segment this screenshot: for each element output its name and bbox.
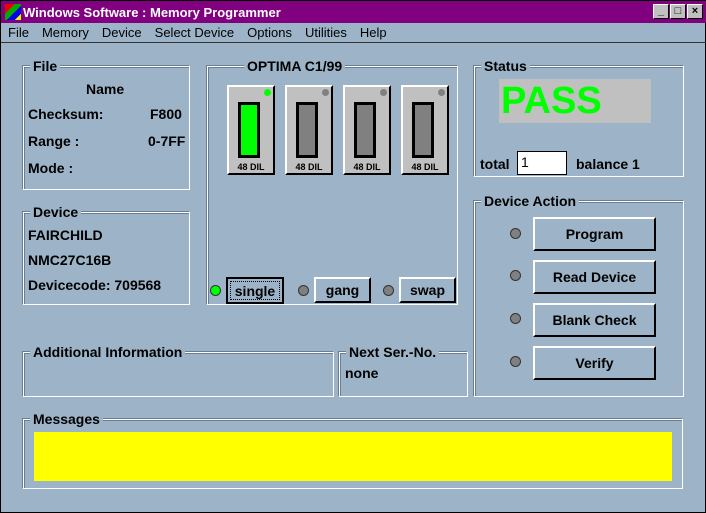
pass-indicator: PASS — [499, 79, 651, 123]
range-value: 0-7FF — [148, 133, 186, 149]
menu-device[interactable]: Device — [102, 25, 142, 40]
read-led-icon — [510, 270, 521, 281]
messages-area — [34, 432, 672, 481]
device-code: Devicecode: 709568 — [28, 277, 162, 293]
checksum-value: F800 — [150, 106, 182, 122]
name-label: Name — [86, 81, 125, 97]
messages-label: Messages — [30, 411, 103, 427]
menu-memory[interactable]: Memory — [42, 25, 89, 40]
menu-file[interactable]: File — [8, 25, 29, 40]
serial-label: Next Ser.-No. — [346, 344, 440, 360]
balance-value: balance 1 — [576, 156, 640, 172]
chip-icon — [412, 102, 434, 158]
close-button[interactable]: × — [687, 4, 703, 19]
socket-2[interactable]: 48 DIL — [285, 85, 333, 175]
blank-check-button[interactable]: Blank Check — [533, 303, 656, 337]
device-action-label: Device Action — [481, 193, 580, 209]
gang-led-icon — [298, 285, 309, 296]
socket-label: 48 DIL — [237, 162, 265, 172]
menu-bar: File Memory Device Select Device Options… — [1, 23, 706, 43]
serial-group: Next Ser.-No. none — [339, 344, 468, 397]
status-group: Status PASS total 1 balance 1 — [474, 58, 684, 177]
device-part: NMC27C16B — [28, 252, 112, 268]
device-group: Device FAIRCHILD NMC27C16B Devicecode: 7… — [23, 204, 190, 305]
additional-info-label: Additional Information — [30, 344, 186, 360]
programmer-label: OPTIMA C1/99 — [244, 58, 346, 74]
socket-label: 48 DIL — [411, 162, 439, 172]
serial-value: none — [345, 365, 379, 381]
socket-4[interactable]: 48 DIL — [401, 85, 449, 175]
title-bar: Windows Software : Memory Programmer _ □… — [1, 1, 706, 23]
socket-label: 48 DIL — [353, 162, 381, 172]
program-button[interactable]: Program — [533, 217, 656, 251]
menu-utilities[interactable]: Utilities — [305, 25, 347, 40]
range-label: Range : — [28, 133, 80, 149]
device-manufacturer: FAIRCHILD — [28, 227, 103, 243]
read-device-button[interactable]: Read Device — [533, 260, 656, 294]
program-led-icon — [510, 228, 521, 239]
mode-label: Mode : — [28, 160, 74, 176]
socket-3[interactable]: 48 DIL — [343, 85, 391, 175]
messages-group: Messages — [23, 411, 683, 489]
single-button[interactable]: single — [226, 277, 284, 304]
single-led-icon — [210, 285, 221, 296]
maximize-button[interactable]: □ — [670, 4, 686, 19]
socket-status-icon — [264, 89, 271, 96]
chip-icon — [238, 102, 260, 158]
total-label: total — [480, 156, 510, 172]
blank-check-led-icon — [510, 313, 521, 324]
status-label: Status — [481, 58, 530, 74]
gang-button[interactable]: gang — [314, 277, 371, 303]
socket-status-icon — [438, 89, 445, 96]
socket-1[interactable]: 48 DIL — [227, 85, 275, 175]
minimize-button[interactable]: _ — [653, 4, 669, 19]
swap-led-icon — [383, 285, 394, 296]
checksum-label: Checksum: — [28, 106, 104, 122]
total-input[interactable]: 1 — [517, 151, 567, 175]
additional-info-group: Additional Information — [23, 344, 334, 397]
device-group-label: Device — [30, 204, 82, 220]
socket-status-icon — [322, 89, 329, 96]
file-group-label: File — [30, 58, 61, 74]
menu-help[interactable]: Help — [360, 25, 387, 40]
verify-led-icon — [510, 356, 521, 367]
chip-icon — [354, 102, 376, 158]
app-icon — [5, 4, 21, 20]
menu-select-device[interactable]: Select Device — [155, 25, 234, 40]
socket-status-icon — [380, 89, 387, 96]
chip-icon — [296, 102, 318, 158]
file-group: File Name Checksum: F800 Range : 0-7FF M… — [23, 58, 190, 190]
swap-button[interactable]: swap — [399, 277, 456, 303]
menu-options[interactable]: Options — [247, 25, 292, 40]
socket-label: 48 DIL — [295, 162, 323, 172]
verify-button[interactable]: Verify — [533, 346, 656, 380]
window-title: Windows Software : Memory Programmer — [23, 4, 281, 20]
